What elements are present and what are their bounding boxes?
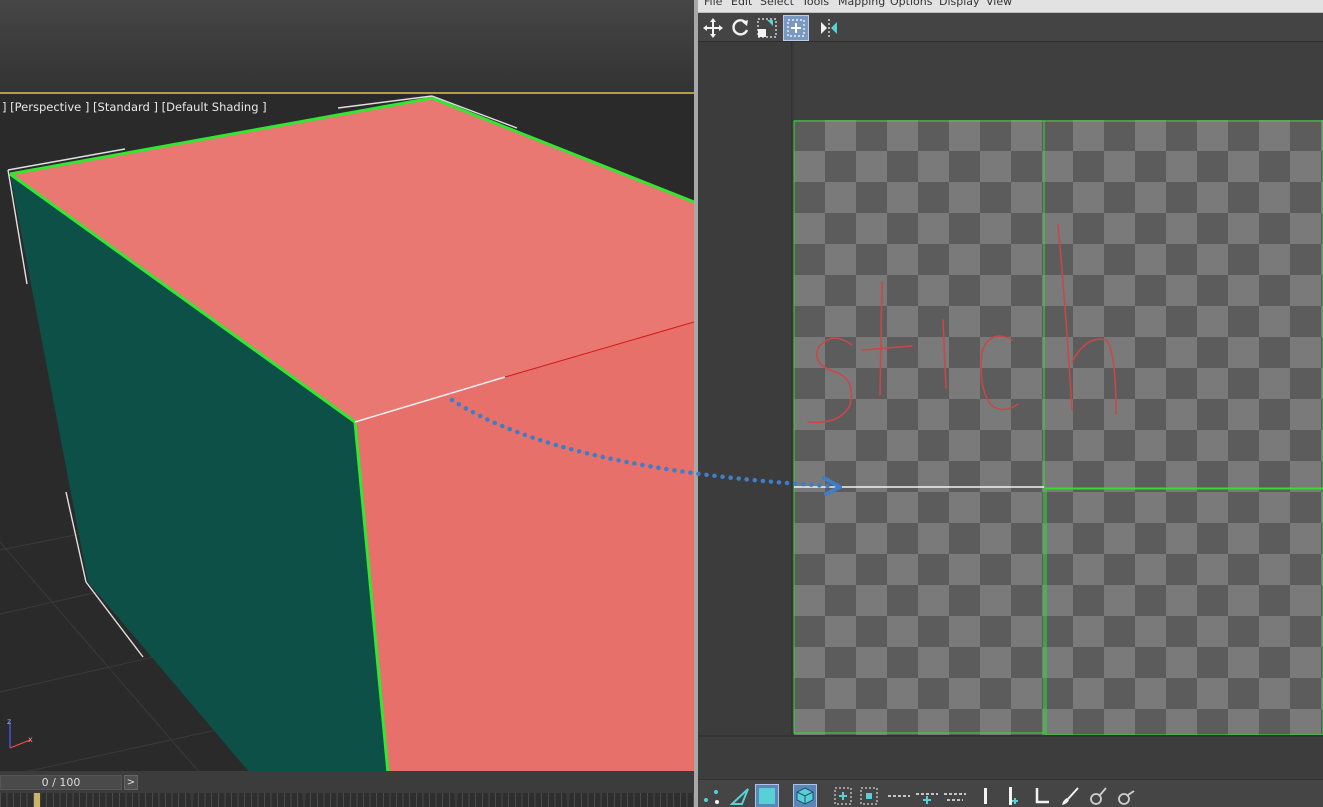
relax-tool-button[interactable] bbox=[1086, 784, 1110, 807]
edge-mode-button[interactable] bbox=[728, 784, 752, 807]
loop-icon bbox=[944, 793, 966, 801]
vertex-icon bbox=[704, 790, 719, 804]
align-cross-button[interactable] bbox=[1002, 784, 1026, 807]
ring-grow-icon bbox=[916, 793, 938, 804]
checker-texture bbox=[794, 120, 1323, 735]
space-icon bbox=[1035, 788, 1049, 804]
axis-tripod-icon: z x bbox=[7, 717, 33, 749]
uv-checker-canvas[interactable] bbox=[698, 0, 1323, 735]
ring-grow-button[interactable] bbox=[915, 784, 939, 807]
ring-selection-button[interactable] bbox=[887, 784, 911, 807]
ring-icon bbox=[888, 795, 910, 797]
shrink-icon bbox=[860, 787, 878, 805]
element-icon bbox=[796, 787, 814, 805]
perspective-viewport[interactable]: z x ] [Perspective ] [Standard ] [Defaul… bbox=[0, 92, 694, 771]
pinch-tool-button[interactable] bbox=[1114, 784, 1138, 807]
next-frame-button[interactable]: > bbox=[124, 775, 138, 790]
vertex-mode-button[interactable] bbox=[700, 784, 724, 807]
space-tool-button[interactable] bbox=[1030, 784, 1054, 807]
time-slider[interactable]: 0 / 100 bbox=[0, 775, 122, 790]
polygon-icon bbox=[759, 788, 775, 804]
timeline-marker[interactable] bbox=[34, 793, 40, 807]
edge-icon bbox=[730, 788, 749, 805]
uv-panel-gap bbox=[698, 735, 1323, 781]
align-cross-icon bbox=[1009, 787, 1018, 805]
timeline-bar: 0 / 100 > bbox=[0, 771, 694, 807]
uv-editor-window: File Edit Select Tools Mapping Options D… bbox=[698, 0, 1323, 807]
grow-selection-button[interactable] bbox=[831, 784, 855, 807]
svg-text:z: z bbox=[7, 717, 11, 726]
loop-selection-button[interactable] bbox=[943, 784, 967, 807]
align-icon bbox=[984, 788, 987, 804]
uv-bottom-toolbar bbox=[698, 779, 1323, 807]
viewport-label[interactable]: ] [Perspective ] [Standard ] [Default Sh… bbox=[2, 100, 267, 114]
viewport-panel[interactable]: z x ] [Perspective ] [Standard ] [Defaul… bbox=[0, 0, 694, 807]
element-mode-button[interactable] bbox=[793, 784, 817, 807]
shrink-selection-button[interactable] bbox=[857, 784, 881, 807]
pinch-icon bbox=[1118, 790, 1135, 805]
viewport-scene[interactable]: z x bbox=[0, 92, 694, 771]
paint-tool-button[interactable] bbox=[1058, 784, 1082, 807]
align-vertical-button[interactable] bbox=[974, 784, 998, 807]
svg-text:x: x bbox=[28, 735, 33, 744]
grow-icon bbox=[834, 787, 852, 805]
uv-canvas[interactable] bbox=[793, 42, 1323, 735]
timeline-track[interactable] bbox=[0, 793, 694, 807]
settings-icon bbox=[1090, 787, 1107, 805]
viewport-top-area bbox=[0, 0, 694, 92]
paint-icon bbox=[1062, 787, 1079, 805]
polygon-mode-button[interactable] bbox=[755, 784, 779, 807]
